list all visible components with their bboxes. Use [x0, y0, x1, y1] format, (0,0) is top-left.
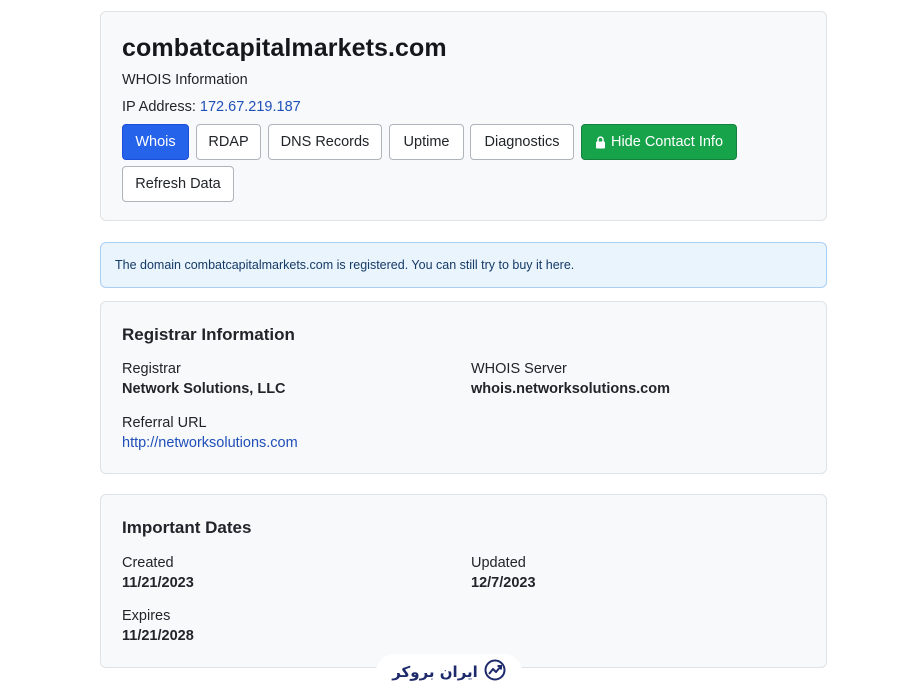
referral-url-field: Referral URL http://networksolutions.com — [122, 413, 298, 453]
ip-address-label: IP Address: — [122, 99, 196, 115]
expires-value: 11/21/2028 — [122, 628, 194, 644]
page-title: combatcapitalmarkets.com — [122, 34, 447, 62]
refresh-data-button[interactable]: Refresh Data — [122, 166, 234, 202]
alert-text: The domain combatcapitalmarkets.com is r… — [115, 258, 575, 272]
registrar-section-title: Registrar Information — [122, 325, 295, 344]
registrar-value: Network Solutions, LLC — [122, 381, 286, 397]
created-value: 11/21/2023 — [122, 575, 194, 591]
chart-growth-icon — [484, 659, 506, 686]
referral-url-label: Referral URL — [122, 415, 207, 431]
updated-field: Updated 12/7/2023 — [471, 553, 536, 593]
updated-value: 12/7/2023 — [471, 575, 536, 591]
updated-label: Updated — [471, 555, 526, 571]
registrar-info-card: Registrar Information Registrar Network … — [100, 301, 827, 474]
rdap-button[interactable]: RDAP — [196, 124, 261, 160]
registrar-field: Registrar Network Solutions, LLC — [122, 359, 286, 399]
uptime-button[interactable]: Uptime — [389, 124, 464, 160]
registration-status-alert: The domain combatcapitalmarkets.com is r… — [100, 242, 827, 288]
whois-server-value: whois.networksolutions.com — [471, 381, 670, 397]
watermark: ایران بروکر — [376, 654, 522, 690]
whois-button[interactable]: Whois — [122, 124, 189, 160]
hide-contact-info-button[interactable]: Hide Contact Info — [581, 124, 737, 160]
watermark-text: ایران بروکر — [392, 663, 478, 681]
whois-server-field: WHOIS Server whois.networksolutions.com — [471, 359, 670, 399]
created-field: Created 11/21/2023 — [122, 553, 194, 593]
whois-subtitle: WHOIS Information — [122, 72, 248, 88]
domain-header-card: combatcapitalmarkets.com WHOIS Informati… — [100, 11, 827, 221]
hide-contact-info-label: Hide Contact Info — [610, 134, 724, 150]
diagnostics-button[interactable]: Diagnostics — [470, 124, 574, 160]
dates-section-title: Important Dates — [122, 518, 252, 537]
referral-url-link[interactable]: http://networksolutions.com — [122, 433, 298, 453]
whois-server-label: WHOIS Server — [471, 361, 567, 377]
registrar-label: Registrar — [122, 361, 181, 377]
dns-records-button[interactable]: DNS Records — [268, 124, 382, 160]
expires-field: Expires 11/21/2028 — [122, 606, 194, 646]
expires-label: Expires — [122, 608, 171, 624]
created-label: Created — [122, 555, 174, 571]
ip-address-value[interactable]: 172.67.219.187 — [200, 99, 301, 115]
important-dates-card: Important Dates Created 11/21/2023 Updat… — [100, 494, 827, 668]
ip-address-line: IP Address: 172.67.219.187 — [122, 97, 805, 117]
lock-icon — [595, 135, 606, 149]
